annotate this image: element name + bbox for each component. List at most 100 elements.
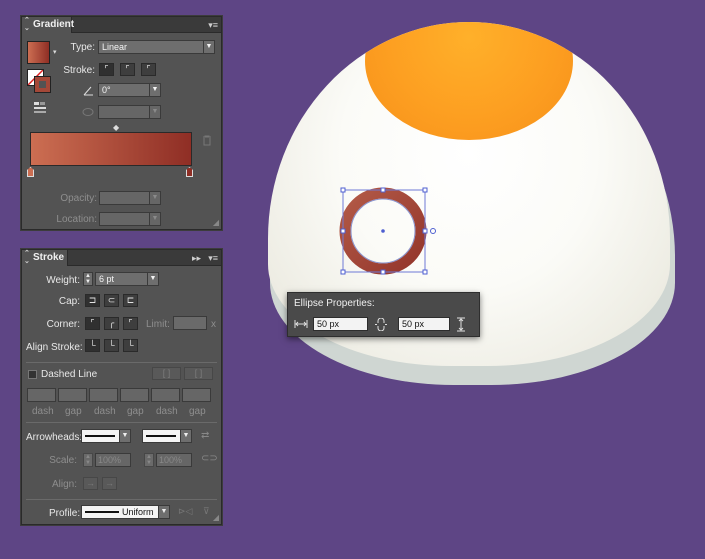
center-point — [381, 229, 385, 233]
end-arrowhead-dropdown[interactable]: ▼ — [142, 429, 192, 443]
chevron-down-icon: ▼ — [149, 84, 160, 96]
miter-limit-input[interactable] — [173, 316, 207, 330]
line-preview — [85, 435, 115, 437]
gradient-slider[interactable] — [30, 132, 192, 166]
start-arrowhead-dropdown[interactable]: ▼ — [81, 429, 131, 443]
stroke-tab-label: Stroke — [33, 252, 65, 263]
dash-input-2[interactable] — [89, 388, 118, 402]
resize-grip-icon[interactable]: ◢ — [213, 219, 219, 227]
align-outside-button[interactable]: └ — [123, 339, 138, 352]
stroke-across-button[interactable]: ⌜ — [141, 63, 156, 76]
stroke-panel: ⌃ ⌄ Stroke ▸▸ ▾≡ Weight: ▲ ▼ 6 pt ▼ Cap: ⊐… — [21, 249, 222, 525]
angle-dropdown[interactable]: 0° ▼ — [98, 83, 161, 97]
gap-input-2[interactable] — [120, 388, 149, 402]
ellipse-height-input[interactable]: 50 px — [398, 317, 450, 331]
handle-top-right[interactable] — [422, 187, 428, 193]
butt-cap-button[interactable]: ⊐ — [85, 294, 100, 307]
location-dropdown[interactable]: ▼ — [99, 212, 161, 226]
color-stop-left[interactable] — [27, 167, 34, 177]
flip-across-icon[interactable]: ⊽ — [203, 506, 210, 517]
limit-label: Limit: — [146, 319, 170, 330]
delete-stop-icon[interactable] — [202, 135, 212, 146]
selected-ellipse[interactable] — [330, 180, 445, 280]
egg-yolk-shape[interactable] — [365, 22, 573, 140]
stroke-tab[interactable]: ⌃ ⌄ Stroke — [22, 250, 68, 266]
color-stop-right[interactable] — [186, 167, 193, 177]
profile-dropdown[interactable]: Uniform ▼ — [81, 505, 170, 519]
align-dash-button[interactable]: [ ] — [184, 367, 213, 380]
type-label: Type: — [70, 42, 95, 53]
arrow-tip-extend-button[interactable]: → — [83, 477, 98, 490]
align-inside-button[interactable]: └ — [104, 339, 119, 352]
panel-menu-icon[interactable]: ▾≡ — [208, 253, 218, 263]
arrow-tip-place-button[interactable]: → — [102, 477, 117, 490]
scale-start-stepper[interactable]: ▲ ▼ — [83, 453, 93, 467]
reverse-gradient-icon[interactable] — [33, 101, 47, 115]
profile-label: Profile: — [49, 508, 81, 519]
gradient-tab-label: Gradient — [33, 19, 75, 30]
divider — [26, 422, 217, 423]
dash-input-1[interactable] — [27, 388, 56, 402]
line-preview — [146, 435, 176, 437]
gradient-tab[interactable]: ⌃ ⌄ Gradient — [22, 17, 75, 33]
dash-input-3[interactable] — [151, 388, 180, 402]
preserve-dash-button[interactable]: [ ] — [152, 367, 181, 380]
handle-right[interactable] — [422, 228, 428, 234]
chevron-down-icon: ▼ — [147, 273, 158, 285]
weight-dropdown[interactable]: 6 pt ▼ — [95, 272, 159, 286]
handle-bottom-right[interactable] — [422, 269, 428, 275]
round-join-button[interactable]: ╭ — [104, 317, 119, 330]
gradient-swatch[interactable] — [27, 41, 50, 64]
weight-label: Weight: — [46, 275, 80, 286]
scale-start-input[interactable]: 100% — [95, 453, 131, 467]
handle-top-left[interactable] — [340, 187, 346, 193]
stroke-along-button[interactable]: ⌜ — [120, 63, 135, 76]
align-center-button[interactable]: └ — [85, 339, 100, 352]
cap-label: Cap: — [58, 296, 80, 307]
link-proportions-icon[interactable] — [374, 318, 388, 331]
swatch-dropdown-icon[interactable]: ▾ — [53, 48, 57, 56]
aspect-ratio-icon — [82, 108, 94, 116]
gradient-type-value: Linear — [102, 42, 128, 52]
chevron-down-icon: ▼ — [149, 213, 160, 225]
ellipse-properties-title: Ellipse Properties: — [294, 298, 375, 309]
opacity-dropdown[interactable]: ▼ — [99, 191, 161, 205]
aspect-ratio-dropdown[interactable]: ▼ — [98, 105, 161, 119]
dashed-line-checkbox[interactable] — [28, 370, 37, 379]
chevron-down-icon: ▼ — [149, 192, 160, 204]
gap-input-3[interactable] — [182, 388, 211, 402]
chevron-down-icon: ▼ — [149, 106, 160, 118]
collapse-arrows-icon[interactable]: ⌃ ⌄ — [24, 250, 30, 266]
resize-grip-icon[interactable]: ◢ — [213, 514, 219, 522]
bevel-join-button[interactable]: ⌜ — [123, 317, 138, 330]
arrowheads-label: Arrowheads: — [26, 432, 83, 443]
handle-top[interactable] — [380, 187, 386, 193]
stroke-tabbar: ⌃ ⌄ Stroke ▸▸ ▾≡ — [22, 250, 221, 266]
collapse-arrows-icon[interactable]: ⌃ ⌄ — [24, 17, 30, 33]
weight-stepper[interactable]: ▲ ▼ — [83, 272, 93, 286]
stroke-indicator[interactable] — [34, 76, 51, 93]
dashed-line-label: Dashed Line — [41, 369, 98, 380]
round-cap-button[interactable]: ⊂ — [104, 294, 119, 307]
stroke-within-button[interactable]: ⌜ — [99, 63, 114, 76]
gap-input-1[interactable] — [58, 388, 87, 402]
miter-join-button[interactable]: ⌜ — [85, 317, 100, 330]
panel-menu-icon[interactable]: ▾≡ — [208, 20, 218, 30]
scale-end-input[interactable]: 100% — [156, 453, 192, 467]
opacity-label: Opacity: — [60, 193, 97, 204]
flip-along-icon[interactable]: ⊳◁ — [178, 506, 192, 517]
gradient-type-dropdown[interactable]: Linear ▼ — [98, 40, 215, 54]
expand-panel-icon[interactable]: ▸▸ — [192, 253, 201, 263]
limit-unit: x — [211, 319, 216, 330]
handle-bottom[interactable] — [380, 269, 386, 275]
scale-end-stepper[interactable]: ▲ ▼ — [144, 453, 154, 467]
corner-widget[interactable] — [430, 228, 436, 234]
width-icon — [294, 320, 308, 328]
handle-bottom-left[interactable] — [340, 269, 346, 275]
swap-arrowheads-icon[interactable]: ⇄ — [201, 430, 209, 441]
handle-left[interactable] — [340, 228, 346, 234]
midpoint-diamond-icon[interactable]: ◆ — [113, 123, 119, 132]
link-scale-icon[interactable]: ⊂⊃ — [201, 453, 218, 464]
ellipse-width-input[interactable]: 50 px — [313, 317, 368, 331]
projecting-cap-button[interactable]: ⊏ — [123, 294, 138, 307]
